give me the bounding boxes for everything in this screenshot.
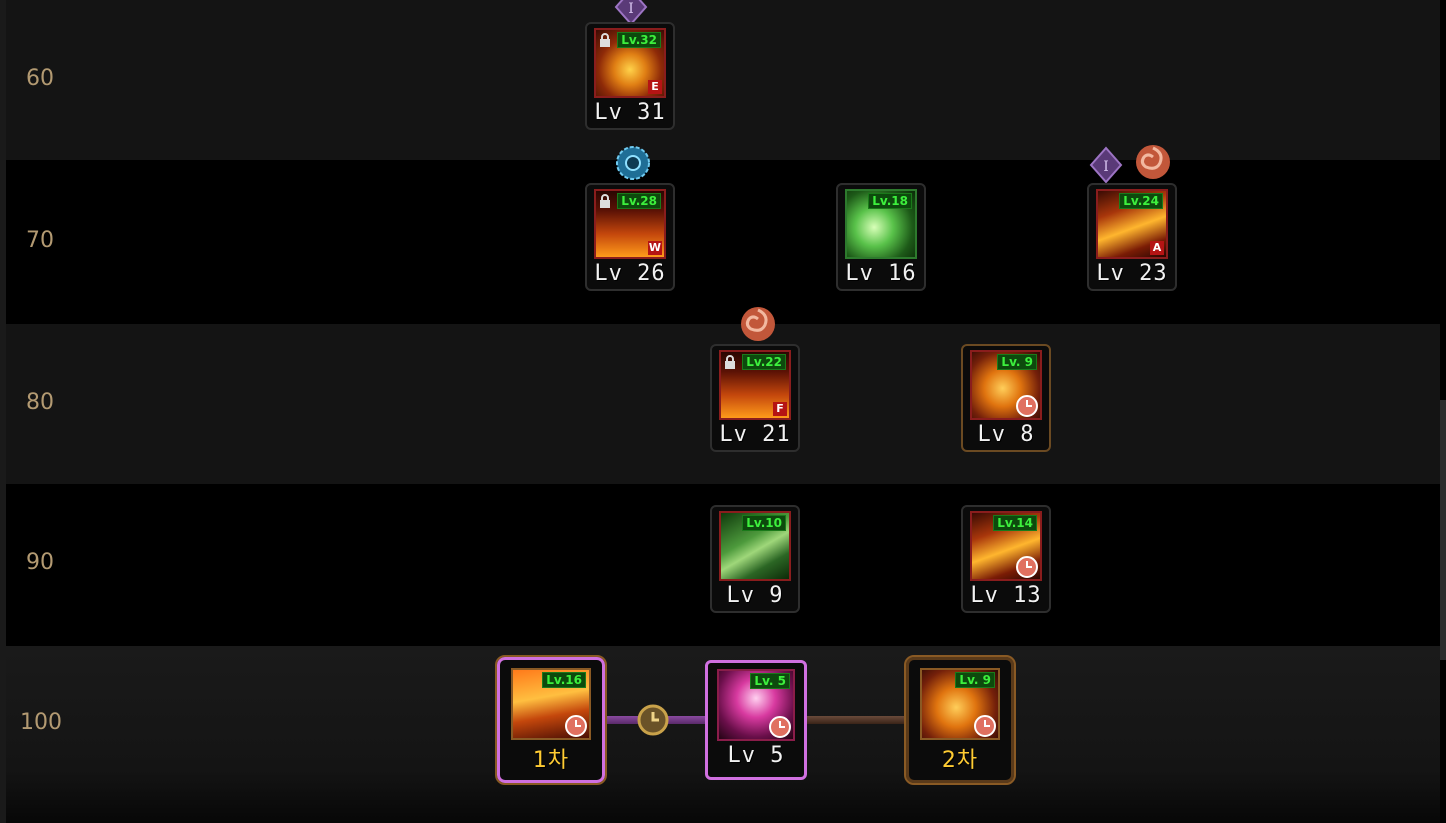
lock-icon [600, 194, 610, 208]
awakening-skill-slot[interactable]: Lv.16 1차 [495, 655, 607, 785]
skill-level-label: Lv 5 [727, 743, 785, 768]
scrollbar[interactable] [1440, 400, 1446, 660]
level-label: 80 [26, 390, 54, 415]
cooldown-clock-icon [565, 715, 587, 737]
skill-icon: Lv. 9 [920, 668, 1000, 740]
skill-level-badge: Lv.32 [617, 32, 661, 48]
skill-level-label: Lv 8 [977, 422, 1035, 447]
lock-icon [600, 33, 610, 47]
element-badge: E [648, 80, 662, 94]
skill-icon: Lv.16 [511, 668, 591, 740]
skill-level-label: Lv 31 [594, 100, 666, 125]
skill-slot[interactable]: Lv.18 Lv 16 [836, 183, 926, 291]
skill-icon: Lv. 9 [970, 350, 1042, 420]
element-badge: W [648, 241, 662, 255]
skill-slot[interactable]: Lv.24 A Lv 23 [1087, 183, 1177, 291]
level-label: 100 [20, 710, 62, 735]
cooldown-clock-icon [1016, 395, 1038, 417]
swirl-emblem-icon [1136, 145, 1170, 179]
skill-level-badge: Lv.22 [742, 354, 786, 370]
cooldown-clock-icon [974, 715, 996, 737]
svg-text:I: I [1103, 159, 1109, 175]
cooldown-clock-icon [1016, 556, 1038, 578]
skill-slot[interactable]: Lv. 9 Lv 8 [961, 344, 1051, 452]
skill-slot[interactable]: Lv.10 Lv 9 [710, 505, 800, 613]
skill-slot[interactable]: Lv. 5 Lv 5 [705, 660, 807, 780]
skill-slot[interactable]: Lv.28 W Lv 26 [585, 183, 675, 291]
level-row-70: 70 [6, 160, 1440, 324]
skill-slot[interactable]: Lv.14 Lv 13 [961, 505, 1051, 613]
skill-level-badge: Lv.16 [542, 672, 586, 688]
level-label: 70 [26, 228, 54, 253]
skill-icon: Lv.28 W [594, 189, 666, 259]
skill-level-label: Lv 16 [845, 261, 917, 286]
skill-level-badge: Lv. 5 [750, 673, 790, 689]
skill-icon: Lv.14 [970, 511, 1042, 581]
skill-level-label: Lv 26 [594, 261, 666, 286]
skill-icon: Lv.10 [719, 511, 791, 581]
skill-icon: Lv.24 A [1096, 189, 1168, 259]
skill-rank-label: 2차 [941, 748, 979, 773]
skill-icon: Lv.22 F [719, 350, 791, 420]
level-label: 60 [26, 66, 54, 91]
level-label: 90 [26, 550, 54, 575]
skill-icon: Lv.32 E [594, 28, 666, 98]
blue-rune-icon [616, 146, 650, 180]
awakening-skill-slot[interactable]: Lv. 9 2차 [904, 655, 1016, 785]
skill-level-badge: Lv.18 [868, 193, 912, 209]
skill-level-label: Lv 13 [970, 583, 1042, 608]
skill-level-badge: Lv.24 [1119, 193, 1163, 209]
skill-level-label: Lv 9 [726, 583, 784, 608]
skill-level-badge: Lv. 9 [955, 672, 995, 688]
skill-icon: Lv. 5 [717, 669, 795, 741]
skill-level-label: Lv 21 [719, 422, 791, 447]
skill-level-label: Lv 23 [1096, 261, 1168, 286]
lock-icon [725, 355, 735, 369]
cooldown-clock-icon [769, 716, 791, 738]
svg-text:I: I [628, 1, 634, 17]
skill-level-badge: Lv. 9 [997, 354, 1037, 370]
skill-icon: Lv.18 [845, 189, 917, 259]
level-row-60: 60 [6, 0, 1440, 160]
skill-slot[interactable]: Lv.22 F Lv 21 [710, 344, 800, 452]
skill-level-badge: Lv.28 [617, 193, 661, 209]
clock-link-icon [637, 704, 669, 736]
swirl-emblem-icon [741, 307, 775, 341]
skill-tree-panel: 60 70 80 90 100 I Lv.32 E Lv 31 Lv.28 W [0, 0, 1446, 823]
skill-slot[interactable]: Lv.32 E Lv 31 [585, 22, 675, 130]
awakening-link-line [804, 716, 910, 724]
roman-tier-icon: I [1089, 146, 1123, 184]
element-badge: A [1150, 241, 1164, 255]
skill-level-badge: Lv.14 [993, 515, 1037, 531]
element-badge: F [773, 402, 787, 416]
skill-level-badge: Lv.10 [742, 515, 786, 531]
skill-rank-label: 1차 [532, 748, 570, 773]
